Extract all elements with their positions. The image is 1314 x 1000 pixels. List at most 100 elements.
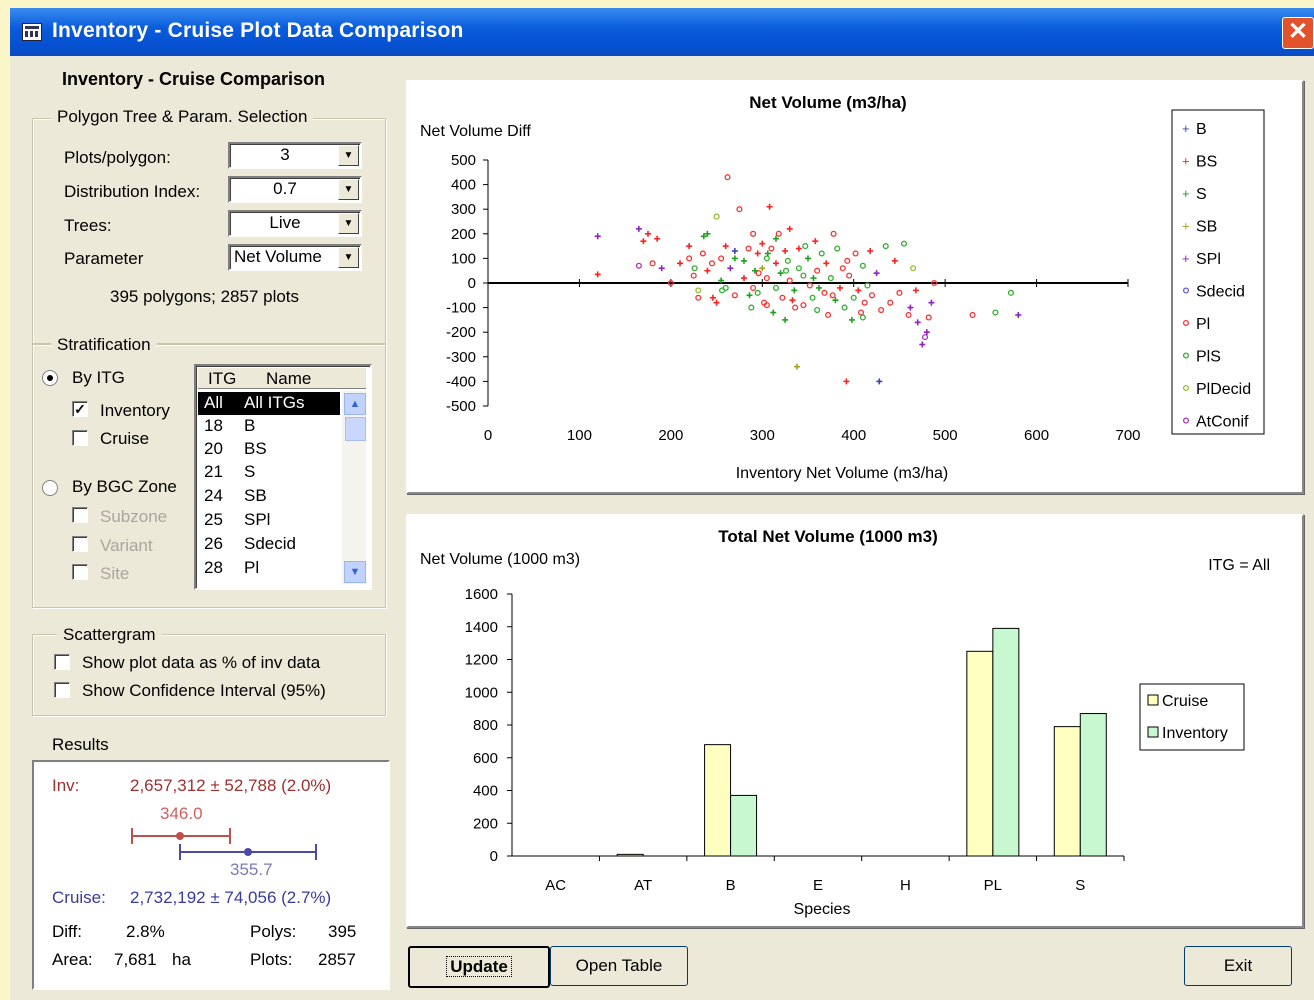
- scroll-up-icon[interactable]: ▲: [344, 393, 366, 415]
- list-item[interactable]: 25 SPl: [198, 509, 340, 532]
- bar-y-tick-label: 0: [490, 848, 498, 865]
- diff-value: 2.8%: [126, 922, 165, 941]
- cruise-checkbox[interactable]: [72, 430, 88, 446]
- scatter-point: [713, 299, 720, 306]
- scatter-point: [759, 240, 766, 247]
- scatter-point: [900, 240, 908, 247]
- show-ci-checkbox[interactable]: [54, 682, 70, 698]
- scatter-point: [896, 289, 903, 296]
- scatter-point: [921, 334, 929, 341]
- inv-label: Inv:: [52, 776, 80, 795]
- chevron-down-icon[interactable]: ▼: [338, 247, 359, 268]
- inv-value: 2,657,312 ± 52,788 (2.0%): [130, 776, 332, 795]
- scatter-point: [782, 248, 789, 255]
- close-button[interactable]: ✕: [1282, 17, 1314, 49]
- by-itg-radio[interactable]: [42, 370, 58, 386]
- scatter-point: [727, 265, 734, 272]
- scatter-point: [992, 309, 999, 316]
- bar-y-tick-label: 200: [473, 815, 498, 832]
- legend-marker: +: [1182, 186, 1190, 201]
- variant-label: Variant: [100, 536, 153, 555]
- scatter-point: [741, 275, 747, 282]
- bar: [704, 744, 732, 857]
- variant-checkbox: [72, 536, 88, 552]
- scatter-x-tick-label: 500: [933, 427, 958, 444]
- list-item[interactable]: All All ITGs: [198, 392, 340, 415]
- scatter-point: [800, 302, 807, 309]
- form-icon: [22, 23, 42, 41]
- list-item[interactable]: 21 S: [198, 461, 340, 484]
- itg-column-header: ITG: [208, 369, 237, 388]
- open-table-button[interactable]: Open Table: [550, 946, 688, 986]
- scatter-point: [770, 309, 777, 316]
- show-percent-checkbox[interactable]: [54, 654, 70, 670]
- inventory-label: Inventory: [100, 401, 170, 420]
- scatter-point: [635, 262, 642, 269]
- scatter-point: [805, 255, 811, 262]
- scatter-point: [837, 284, 843, 291]
- results-panel: Inv: 2,657,312 ± 52,788 (2.0%) 346.0 355…: [32, 760, 390, 990]
- scatter-point: [782, 316, 789, 323]
- list-item[interactable]: 18 B: [198, 415, 340, 438]
- inventory-checkbox[interactable]: ✓: [72, 401, 88, 417]
- list-scrollbar[interactable]: ▲ ▼: [342, 391, 366, 584]
- update-button[interactable]: Update: [408, 946, 550, 988]
- scatter-point: [649, 260, 656, 267]
- list-item[interactable]: 26 Sdecid: [198, 533, 340, 556]
- parameter-select[interactable]: Net Volume ▼: [228, 244, 362, 271]
- list-item[interactable]: 28 Pl: [198, 557, 340, 580]
- legend-label: SB: [1196, 219, 1217, 236]
- plots-per-polygon-select[interactable]: 3 ▼: [228, 142, 362, 169]
- list-item[interactable]: 20 BS: [198, 438, 340, 461]
- scatter-point: [783, 267, 790, 274]
- cruise-label: Cruise:: [52, 888, 106, 907]
- scatter-point: [745, 245, 752, 252]
- scatter-point: [594, 233, 601, 240]
- exit-button[interactable]: Exit: [1184, 946, 1292, 986]
- scatter-point: [695, 294, 702, 301]
- scroll-thumb[interactable]: [345, 417, 366, 441]
- legend-swatch: [1147, 694, 1159, 706]
- scatter-point: [746, 292, 753, 299]
- bar: [1053, 726, 1081, 857]
- scatter-point: [686, 243, 693, 250]
- scatter-point: [736, 206, 743, 213]
- show-percent-label: Show plot data as % of inv data: [82, 653, 321, 672]
- legend-label: S: [1196, 186, 1207, 203]
- scatter-point: [812, 238, 819, 245]
- legend-label: Pl: [1196, 316, 1210, 333]
- scatter-point: [969, 311, 976, 319]
- scattergram-title: Scattergram: [57, 625, 162, 645]
- chevron-down-icon[interactable]: ▼: [338, 145, 359, 166]
- chevron-down-icon[interactable]: ▼: [338, 213, 359, 234]
- itg-listbox[interactable]: ITG Name All All ITGs 18 B 20 BS 21 S 24 SB 2…: [194, 364, 372, 590]
- legend-label: B: [1196, 121, 1207, 138]
- scatter-point: [708, 260, 716, 267]
- bar-category-label: B: [726, 877, 736, 894]
- chevron-down-icon[interactable]: ▼: [338, 179, 359, 200]
- scatter-point: [786, 225, 793, 232]
- trees-select[interactable]: Live ▼: [228, 210, 362, 237]
- scatter-point: [731, 248, 738, 255]
- trees-label: Trees:: [64, 216, 112, 235]
- scatter-point: [640, 238, 647, 245]
- scatter-y-tick-label: 500: [451, 152, 476, 169]
- list-item[interactable]: 24 SB: [198, 485, 340, 508]
- main-window: Inventory - Cruise Plot Data Comparison …: [10, 8, 1314, 1000]
- title-bar[interactable]: Inventory - Cruise Plot Data Comparison …: [10, 8, 1314, 56]
- scatter-point: [834, 245, 841, 252]
- distribution-index-select[interactable]: 0.7 ▼: [228, 176, 362, 203]
- scroll-down-icon[interactable]: ▼: [344, 561, 366, 583]
- area-value: 7,681: [114, 950, 157, 969]
- scatter-point: [802, 243, 809, 250]
- results-label: Results: [52, 735, 109, 754]
- by-bgc-radio[interactable]: [42, 480, 58, 496]
- bar: [616, 853, 644, 857]
- scatter-x-tick-label: 300: [750, 427, 775, 444]
- name-column-header: Name: [266, 369, 312, 388]
- legend-label: SPl: [1196, 251, 1221, 268]
- scatter-y-tick-label: -100: [446, 300, 476, 317]
- scatter-y-tick-label: -500: [446, 398, 476, 415]
- cruise-mean: 355.7: [230, 860, 273, 879]
- scatter-point: [635, 225, 642, 232]
